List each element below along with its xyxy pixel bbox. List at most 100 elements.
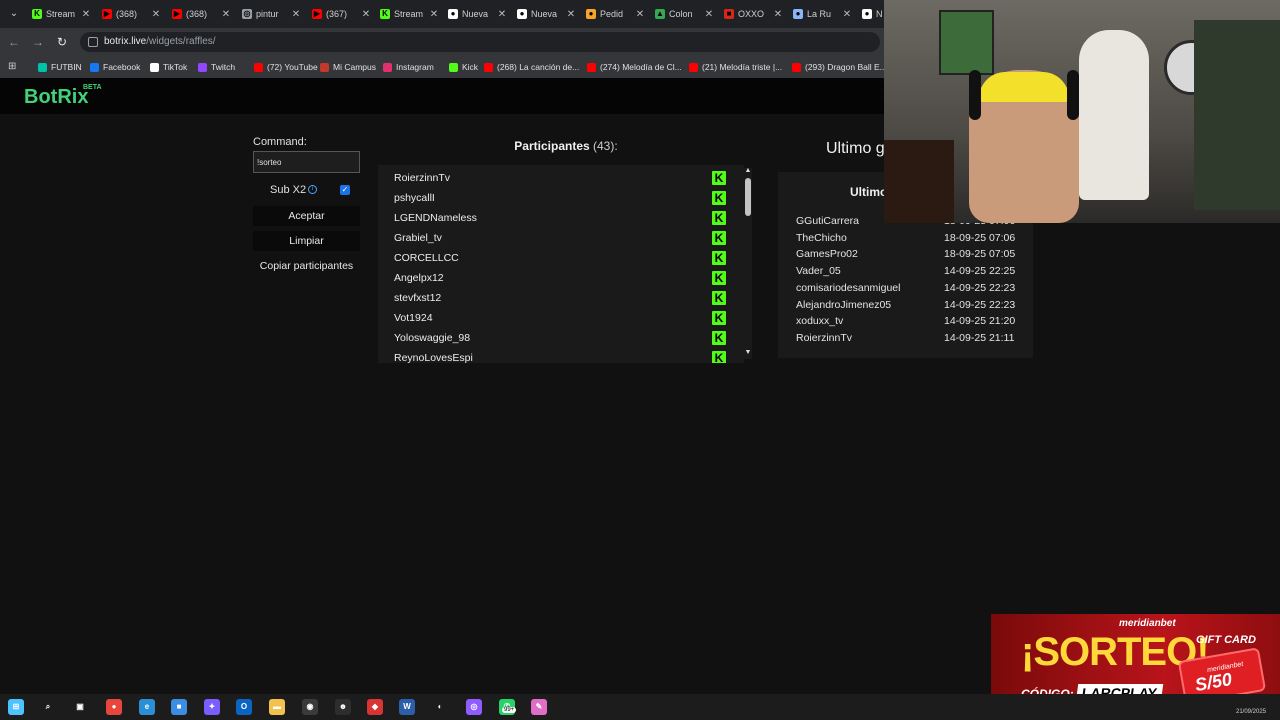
kick-icon: K	[712, 251, 726, 265]
chrome-icon[interactable]: ●	[106, 699, 122, 715]
address-path: /widgets/raffles/	[146, 36, 216, 47]
bookmark-favicon-icon	[254, 62, 263, 72]
kick-icon: K	[380, 9, 390, 19]
bookmark-item[interactable]: Facebook	[90, 61, 140, 73]
system-date[interactable]: 21/09/2025	[1236, 709, 1266, 715]
address-bar[interactable]: botrix.live/widgets/raffles/	[80, 32, 880, 52]
participant-row[interactable]: RoierzinnTv K	[378, 167, 744, 187]
streamer-app-icon[interactable]: ◆	[367, 699, 383, 715]
browser-tab[interactable]: K Stream ✕	[26, 3, 92, 25]
store-icon[interactable]: ■	[171, 699, 187, 715]
file-explorer-icon[interactable]: ▬	[269, 699, 285, 715]
browser-tab[interactable]: ■ OXXO ✕	[718, 3, 784, 25]
close-tab-icon[interactable]: ✕	[360, 9, 372, 20]
participants-scroll-thumb[interactable]	[745, 178, 751, 216]
participant-row[interactable]: Angelpx12 K	[378, 267, 744, 287]
bookmark-item[interactable]: (268) La canción de...	[484, 61, 579, 73]
bookmark-item[interactable]: FUTBIN	[38, 61, 82, 73]
copilot-icon[interactable]: ✦	[204, 699, 220, 715]
close-tab-icon[interactable]: ✕	[772, 9, 784, 20]
close-tab-icon[interactable]: ✕	[150, 9, 162, 20]
obs-icon[interactable]: ◉	[302, 699, 318, 715]
tab-search-icon[interactable]: ⌄	[6, 6, 22, 22]
bookmark-item[interactable]: (21) Melodía triste |...	[689, 61, 782, 73]
botrix-logo[interactable]: BotRix	[24, 86, 88, 109]
close-tab-icon[interactable]: ✕	[220, 9, 232, 20]
browser-tab[interactable]: ▶ (368) ✕	[166, 3, 232, 25]
close-tab-icon[interactable]: ✕	[634, 9, 646, 20]
promo-banner: meridianbet ¡SORTEO! CÓDIGO: LARCPLAY GI…	[991, 614, 1280, 706]
browser-tab[interactable]: ● Nueva ✕	[511, 3, 577, 25]
bookmark-label: (274) Melodía de Cl...	[600, 62, 682, 72]
browser-tab[interactable]: ▶ (368) ✕	[96, 3, 162, 25]
oxxo-icon: ■	[724, 9, 734, 19]
capcut-icon[interactable]: ◐	[432, 699, 448, 715]
kick-icon: K	[712, 311, 726, 325]
paint-icon[interactable]: ✎	[531, 699, 547, 715]
close-tab-icon[interactable]: ✕	[841, 9, 853, 20]
participant-row[interactable]: LGENDNameless K	[378, 207, 744, 227]
bookmark-item[interactable]: Kick	[449, 61, 478, 73]
accept-button[interactable]: Aceptar	[253, 206, 360, 226]
promo-brand: meridianbet	[1119, 618, 1176, 629]
browser-tab[interactable]: ◎ pintur ✕	[236, 3, 302, 25]
task-view-icon[interactable]: ▣	[72, 699, 88, 715]
browser-tab[interactable]: ● Pedid ✕	[580, 3, 646, 25]
shelf-image	[1194, 20, 1280, 210]
close-tab-icon[interactable]: ✕	[290, 9, 302, 20]
winner-name: RoierzinnTv	[796, 331, 853, 344]
close-tab-icon[interactable]: ✕	[565, 9, 577, 20]
bookmark-item[interactable]: TikTok	[150, 61, 187, 73]
bookmark-item[interactable]: (293) Dragon Ball E...	[792, 61, 887, 73]
browser-tab[interactable]: ▲ Colon ✕	[649, 3, 715, 25]
bookmark-item[interactable]: Mi Campus	[320, 61, 376, 73]
participant-row[interactable]: Grabiel_tv K	[378, 227, 744, 247]
word-icon[interactable]: W	[399, 699, 415, 715]
bookmark-item[interactable]: (72) YouTube	[254, 61, 318, 73]
participant-name: stevfxst12	[394, 292, 442, 304]
browser-tab[interactable]: ● Nueva ✕	[442, 3, 508, 25]
recent-winners-title: Ultimo	[850, 185, 888, 199]
close-tab-icon[interactable]: ✕	[428, 9, 440, 20]
bookmark-label: FUTBIN	[51, 62, 82, 72]
kick-icon: K	[32, 9, 42, 19]
participant-row[interactable]: pshycallI K	[378, 187, 744, 207]
forward-arrow-icon[interactable]: →	[30, 34, 46, 50]
close-tab-icon[interactable]: ✕	[496, 9, 508, 20]
participants-title-text: Participantes	[514, 139, 590, 153]
orders-icon: ●	[586, 9, 596, 19]
browser-tab[interactable]: ● La Ru ✕	[787, 3, 853, 25]
info-icon[interactable]: i	[308, 185, 317, 194]
bookmark-item[interactable]: Twitch	[198, 61, 235, 73]
edge-icon[interactable]: e	[139, 699, 155, 715]
bookmark-item[interactable]: (274) Melodía de Cl...	[587, 61, 682, 73]
bookmark-item[interactable]: Instagram	[383, 61, 434, 73]
back-arrow-icon[interactable]: ←	[6, 34, 22, 50]
copy-participants-button[interactable]: Copiar participantes	[253, 256, 360, 276]
participant-row[interactable]: CORCELLCC K	[378, 247, 744, 267]
participant-row[interactable]: Yoloswaggie_98 K	[378, 327, 744, 347]
browser-tab[interactable]: ▶ (367) ✕	[306, 3, 372, 25]
scroll-down-arrow-icon[interactable]: ▼	[744, 349, 752, 356]
sub-x2-checkbox[interactable]: ✓	[340, 185, 350, 195]
search-icon[interactable]: ⌕	[40, 699, 56, 715]
command-input[interactable]	[253, 151, 360, 173]
windows-start-icon[interactable]: ⊞	[8, 699, 24, 715]
site-info-icon[interactable]	[88, 37, 98, 47]
participant-row[interactable]: Vot1924 K	[378, 307, 744, 327]
close-tab-icon[interactable]: ✕	[80, 9, 92, 20]
reload-icon[interactable]: ↻	[54, 34, 70, 50]
clear-button[interactable]: Limpiar	[253, 231, 360, 251]
apps-grid-icon[interactable]: ⊞	[8, 61, 19, 72]
browser-tab[interactable]: K Stream ✕	[374, 3, 440, 25]
outlook-icon[interactable]: O	[236, 699, 252, 715]
participant-row[interactable]: stevfxst12 K	[378, 287, 744, 307]
participants-list[interactable]: RoierzinnTv KpshycallI K LGENDNameless K Grab…	[378, 165, 744, 363]
messenger-icon[interactable]: ◎	[466, 699, 482, 715]
participant-row[interactable]: ReynoLovesEspi K	[378, 347, 744, 363]
bot-icon[interactable]: ☻	[335, 699, 351, 715]
scroll-up-arrow-icon[interactable]: ▲	[744, 167, 752, 174]
bookmark-favicon-icon	[383, 62, 392, 72]
close-tab-icon[interactable]: ✕	[703, 9, 715, 20]
kick-icon: K	[712, 211, 726, 225]
